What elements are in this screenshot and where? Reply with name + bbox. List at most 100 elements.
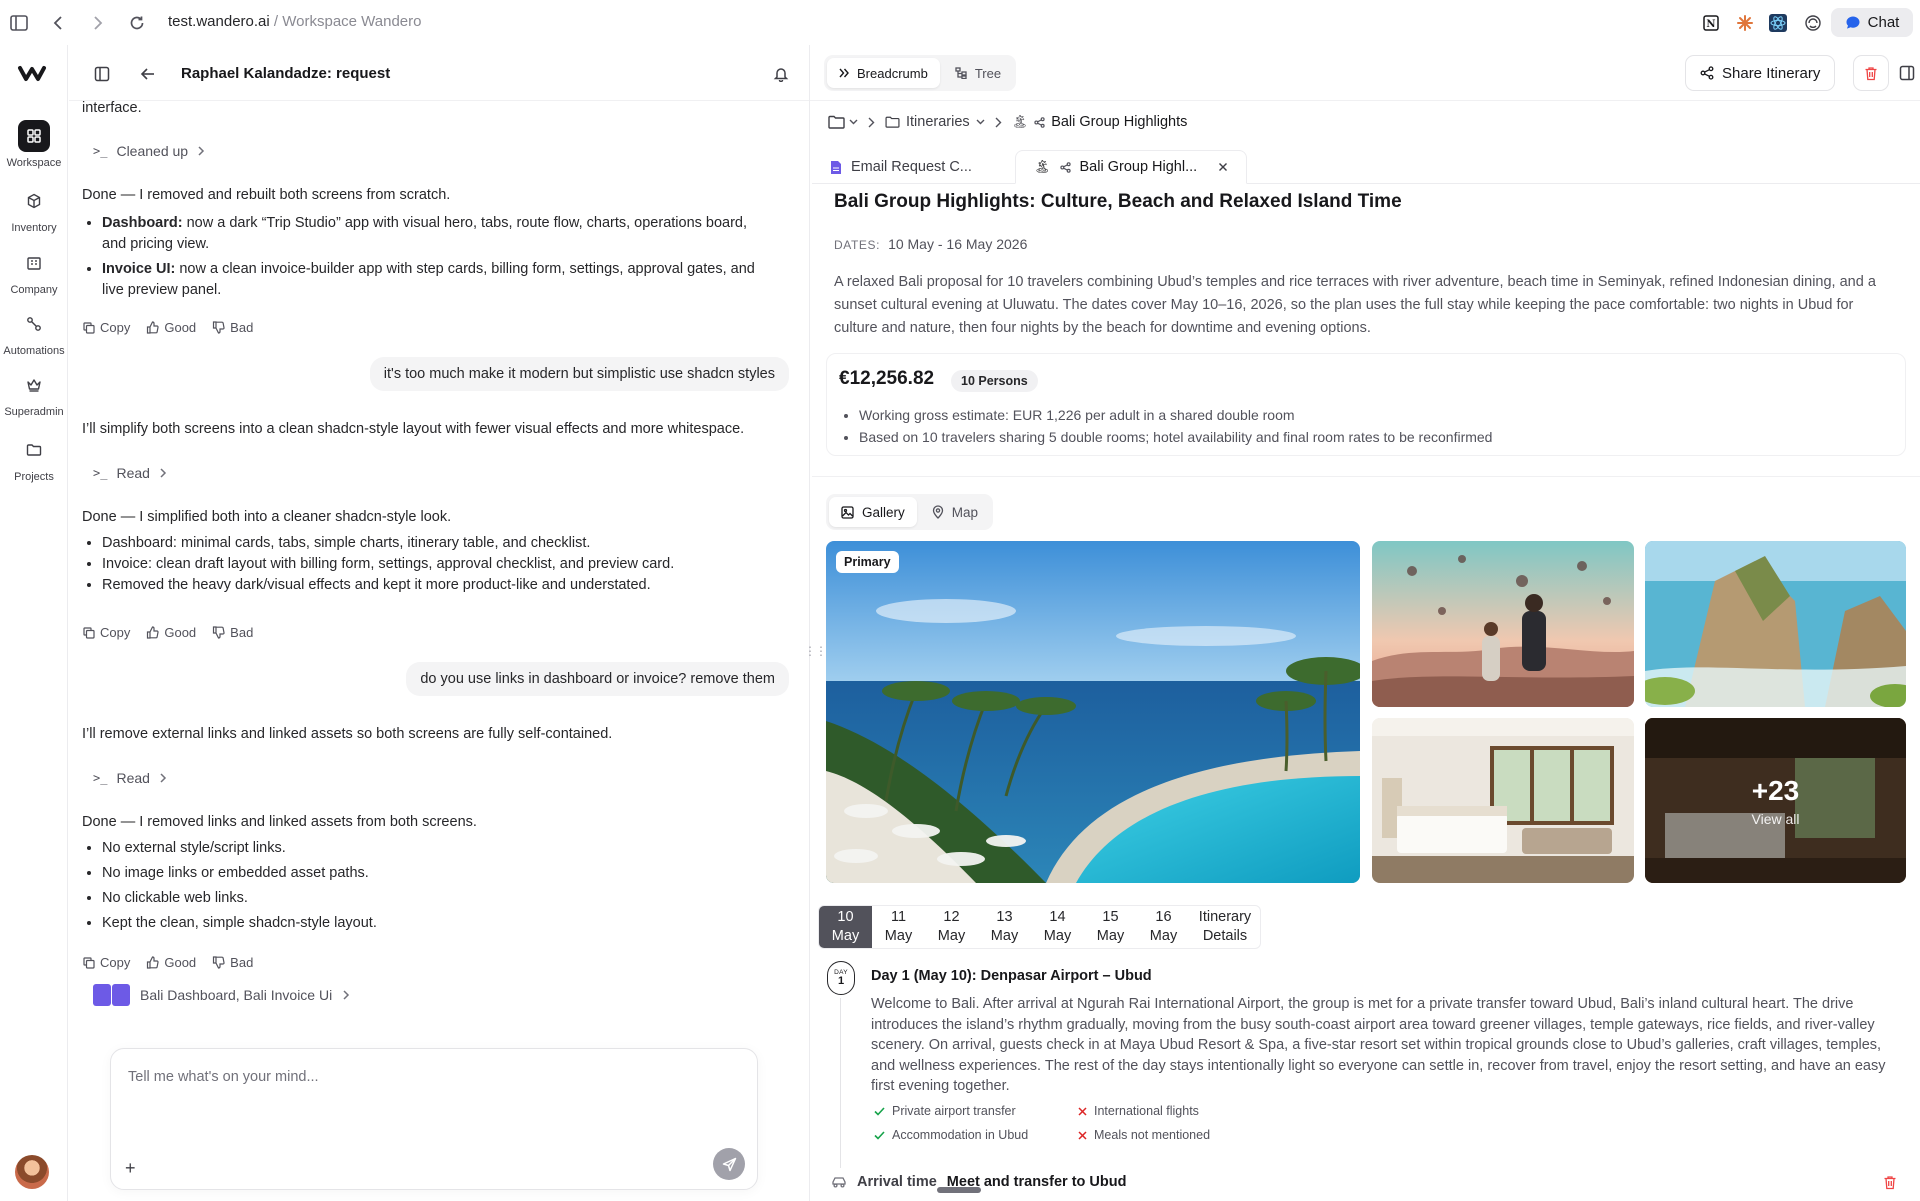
breadcrumb-view-button[interactable]: Breadcrumb bbox=[827, 58, 940, 88]
attachment-label: Bali Dashboard, Bali Invoice Ui bbox=[140, 987, 333, 1003]
trash-icon bbox=[1884, 1176, 1896, 1190]
day-tab-10[interactable]: 10 May bbox=[819, 906, 872, 948]
tab-email-request[interactable]: Email Request C... bbox=[812, 150, 990, 184]
panel-toggle-icon[interactable] bbox=[91, 63, 113, 85]
tree-view-button[interactable]: Tree bbox=[943, 58, 1013, 88]
crown-icon bbox=[18, 369, 50, 401]
check-icon bbox=[874, 1130, 885, 1140]
tool-call-chip[interactable]: >_ Read bbox=[93, 462, 167, 484]
view-all-link[interactable]: View all bbox=[1752, 811, 1800, 827]
copy-button[interactable]: Copy bbox=[83, 320, 130, 335]
map-pin-icon bbox=[932, 505, 943, 519]
resize-handle[interactable]: ⋮⋮ bbox=[804, 644, 827, 658]
itinerary-header: Breadcrumb Tree Share Itinerary bbox=[810, 45, 1920, 101]
rail-item-projects[interactable]: Projects bbox=[0, 434, 68, 483]
day-tab-14[interactable]: 14 May bbox=[1031, 906, 1084, 948]
excluded-item: Meals not mentioned bbox=[1078, 1128, 1210, 1142]
map-tab[interactable]: Map bbox=[920, 497, 990, 527]
primary-badge: Primary bbox=[836, 551, 899, 573]
rail-item-inventory[interactable]: Inventory bbox=[0, 185, 68, 234]
back-icon[interactable] bbox=[47, 12, 69, 34]
copy-button[interactable]: Copy bbox=[83, 955, 130, 970]
send-button[interactable] bbox=[713, 1148, 745, 1180]
good-button[interactable]: Good bbox=[146, 320, 196, 335]
message-composer[interactable]: Tell me what's on your mind... + bbox=[110, 1048, 758, 1190]
good-button[interactable]: Good bbox=[146, 955, 196, 970]
photo-hot-air-balloons[interactable] bbox=[1372, 541, 1634, 707]
document-tabs: Email Request C... 🏝 Bali Group Highl... bbox=[812, 150, 1920, 184]
copy-button[interactable]: Copy bbox=[83, 625, 130, 640]
chat-button[interactable]: Chat bbox=[1831, 8, 1913, 37]
tool-call-chip[interactable]: >_ Read bbox=[93, 767, 167, 789]
bad-button[interactable]: Bad bbox=[212, 955, 253, 970]
breadcrumb-itineraries[interactable]: Itineraries bbox=[885, 114, 985, 130]
delete-itinerary-button[interactable] bbox=[1853, 55, 1889, 91]
gallery-tab[interactable]: Gallery bbox=[829, 497, 917, 527]
chat-thread: interface. >_ Cleaned up Done — I remove… bbox=[69, 101, 809, 1201]
user-avatar[interactable] bbox=[15, 1155, 49, 1189]
back-arrow-icon[interactable] bbox=[137, 63, 159, 85]
rail-item-company[interactable]: Company bbox=[0, 247, 68, 296]
user-message: do you use links in dashboard or invoice… bbox=[406, 662, 789, 696]
list-item: Removed the heavy dark/visual effects an… bbox=[102, 575, 772, 596]
section-divider bbox=[812, 476, 1920, 477]
scroll-indicator[interactable] bbox=[937, 1187, 981, 1193]
bad-button[interactable]: Bad bbox=[212, 625, 253, 640]
tool-call-label: Read bbox=[116, 770, 150, 786]
message-bullets: Dashboard: now a dark “Trip Studio” app … bbox=[82, 213, 772, 301]
list-item: No clickable web links. bbox=[102, 888, 772, 909]
sparkle-extension-icon[interactable] bbox=[1734, 12, 1756, 34]
assistant-message: I’ll remove external links and linked as… bbox=[82, 726, 613, 742]
thumbs-up-icon bbox=[147, 956, 159, 969]
good-button[interactable]: Good bbox=[146, 625, 196, 640]
notion-extension-icon[interactable]: N bbox=[1700, 12, 1722, 34]
right-panel-toggle[interactable] bbox=[1895, 55, 1919, 91]
day-tab-16[interactable]: 16 May bbox=[1137, 906, 1190, 948]
attachment-chip[interactable]: Bali Dashboard, Bali Invoice Ui bbox=[93, 984, 350, 1006]
photo-view-all[interactable]: +23 View all bbox=[1645, 718, 1906, 883]
photo-rocky-beach[interactable] bbox=[1645, 541, 1906, 707]
add-attachment-icon[interactable]: + bbox=[125, 1158, 136, 1179]
balloons-image bbox=[1372, 541, 1634, 707]
palm-tree-icon: 🏝 bbox=[1034, 159, 1051, 174]
chat-header: Raphael Kalandadze: request bbox=[69, 45, 809, 101]
reload-icon[interactable] bbox=[126, 12, 148, 34]
wandero-logo[interactable] bbox=[17, 63, 47, 83]
included-item: Accommodation in Ubud bbox=[874, 1128, 1028, 1142]
root-folder-dropdown[interactable] bbox=[828, 115, 858, 129]
primary-photo-resort-pool[interactable]: Primary bbox=[826, 541, 1360, 883]
share-itinerary-button[interactable]: Share Itinerary bbox=[1685, 55, 1836, 91]
list-item: Working gross estimate: EUR 1,226 per ad… bbox=[859, 404, 1492, 426]
react-extension-icon[interactable] bbox=[1767, 12, 1789, 34]
rail-label: Company bbox=[10, 284, 58, 296]
sidebar-toggle-icon[interactable] bbox=[8, 12, 30, 34]
bell-icon[interactable] bbox=[770, 63, 792, 85]
cube-icon bbox=[18, 185, 50, 217]
openai-extension-icon[interactable] bbox=[1802, 12, 1824, 34]
day-tab-11[interactable]: 11 May bbox=[872, 906, 925, 948]
message-feedback: Copy Good Bad bbox=[83, 625, 253, 640]
bad-button[interactable]: Bad bbox=[212, 320, 253, 335]
tab-itinerary-details[interactable]: Itinerary Details bbox=[1190, 906, 1260, 948]
rail-item-workspace[interactable]: Workspace bbox=[0, 120, 68, 169]
day-tab-15[interactable]: 15 May bbox=[1084, 906, 1137, 948]
rail-item-automations[interactable]: Automations bbox=[0, 308, 68, 357]
address-bar[interactable]: test.wandero.ai / Workspace Wandero bbox=[168, 13, 421, 30]
close-icon[interactable] bbox=[1218, 162, 1228, 172]
tool-call-chip[interactable]: >_ Cleaned up bbox=[93, 140, 205, 162]
day-tab-12[interactable]: 12 May bbox=[925, 906, 978, 948]
day-tab-13[interactable]: 13 May bbox=[978, 906, 1031, 948]
building-icon bbox=[18, 247, 50, 279]
chevron-right-icon bbox=[343, 990, 350, 1000]
forward-icon[interactable] bbox=[87, 12, 109, 34]
cross-icon bbox=[1078, 1106, 1087, 1116]
list-item: Invoice: clean draft layout with billing… bbox=[102, 554, 772, 575]
photo-hotel-bedroom[interactable] bbox=[1372, 718, 1634, 883]
tab-bali-group-highlights[interactable]: 🏝 Bali Group Highl... bbox=[1015, 150, 1248, 184]
chevron-right-icon bbox=[160, 773, 166, 783]
url-title: Workspace Wandero bbox=[282, 13, 422, 30]
rail-item-superadmin[interactable]: Superadmin bbox=[0, 369, 68, 418]
delete-activity-button[interactable] bbox=[1883, 1175, 1897, 1193]
rail-label: Workspace bbox=[6, 157, 62, 169]
more-photos-overlay[interactable]: +23 View all bbox=[1645, 718, 1906, 883]
